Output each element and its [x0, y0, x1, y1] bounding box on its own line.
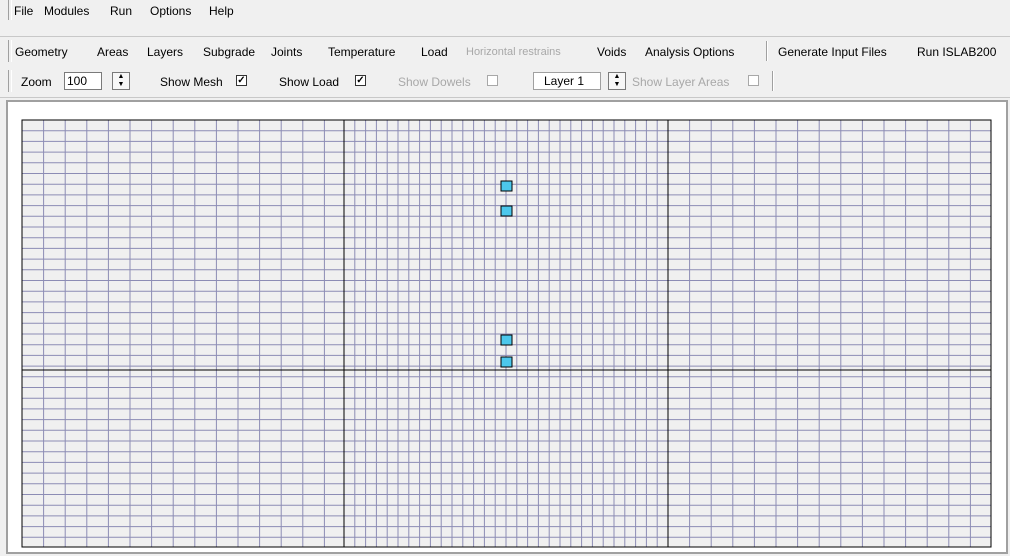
main-toolbar: Geometry Areas Layers Subgrade Joints Te… [0, 36, 1010, 68]
joints-button[interactable]: Joints [271, 45, 302, 59]
wheel-load-marker [500, 334, 513, 346]
toolbar-grip [8, 70, 12, 92]
zoom-input[interactable]: 100 [64, 72, 102, 90]
show-load-checkbox[interactable]: ✓ [355, 75, 366, 86]
show-layer-areas-label: Show Layer Areas [632, 75, 730, 89]
show-dowels-label: Show Dowels [398, 75, 471, 89]
view-toolbar: Zoom 100 ▲ ▼ Show Mesh ✓ Show Load ✓ Sho… [0, 67, 1010, 98]
menu-help[interactable]: Help [209, 4, 234, 18]
menu-modules[interactable]: Modules [44, 4, 89, 18]
show-mesh-label: Show Mesh [160, 75, 223, 89]
geometry-button[interactable]: Geometry [15, 45, 68, 59]
load-button[interactable]: Load [421, 45, 448, 59]
generate-input-files-button[interactable]: Generate Input Files [778, 45, 887, 59]
show-layer-areas-checkbox [748, 75, 759, 86]
menu-file[interactable]: File [14, 4, 33, 18]
spin-down-icon[interactable]: ▼ [113, 81, 129, 89]
subgrade-button[interactable]: Subgrade [203, 45, 255, 59]
show-load-label: Show Load [279, 75, 340, 89]
spin-up-icon[interactable]: ▲ [609, 73, 625, 81]
menu-options[interactable]: Options [150, 4, 191, 18]
layer-select[interactable]: Layer 1 [533, 72, 601, 90]
zoom-spinner[interactable]: ▲ ▼ [112, 72, 130, 90]
layers-button[interactable]: Layers [147, 45, 183, 59]
menu-bar: File Modules Run Options Help [0, 0, 1010, 22]
horizontal-restrains-button: Horizontal restrains [466, 46, 561, 58]
temperature-button[interactable]: Temperature [328, 45, 395, 59]
mesh-canvas[interactable] [10, 104, 1004, 550]
voids-button[interactable]: Voids [597, 45, 626, 59]
wheel-load-marker [500, 356, 513, 368]
spin-up-icon[interactable]: ▲ [113, 73, 129, 81]
spin-down-icon[interactable]: ▼ [609, 81, 625, 89]
layer-spinner[interactable]: ▲ ▼ [608, 72, 626, 90]
toolbar-separator [766, 41, 768, 61]
wheel-load-marker [500, 205, 513, 217]
mesh-view[interactable] [6, 100, 1008, 554]
run-islab-button[interactable]: Run ISLAB200 [917, 45, 996, 59]
menu-run[interactable]: Run [110, 4, 132, 18]
show-dowels-checkbox [487, 75, 498, 86]
areas-button[interactable]: Areas [97, 45, 128, 59]
show-mesh-checkbox[interactable]: ✓ [236, 75, 247, 86]
menu-grip [8, 0, 12, 20]
zoom-label: Zoom [21, 75, 52, 89]
toolbar-separator [772, 71, 774, 91]
wheel-load-marker [500, 180, 513, 192]
analysis-options-button[interactable]: Analysis Options [645, 45, 734, 59]
toolbar-grip [8, 40, 12, 62]
